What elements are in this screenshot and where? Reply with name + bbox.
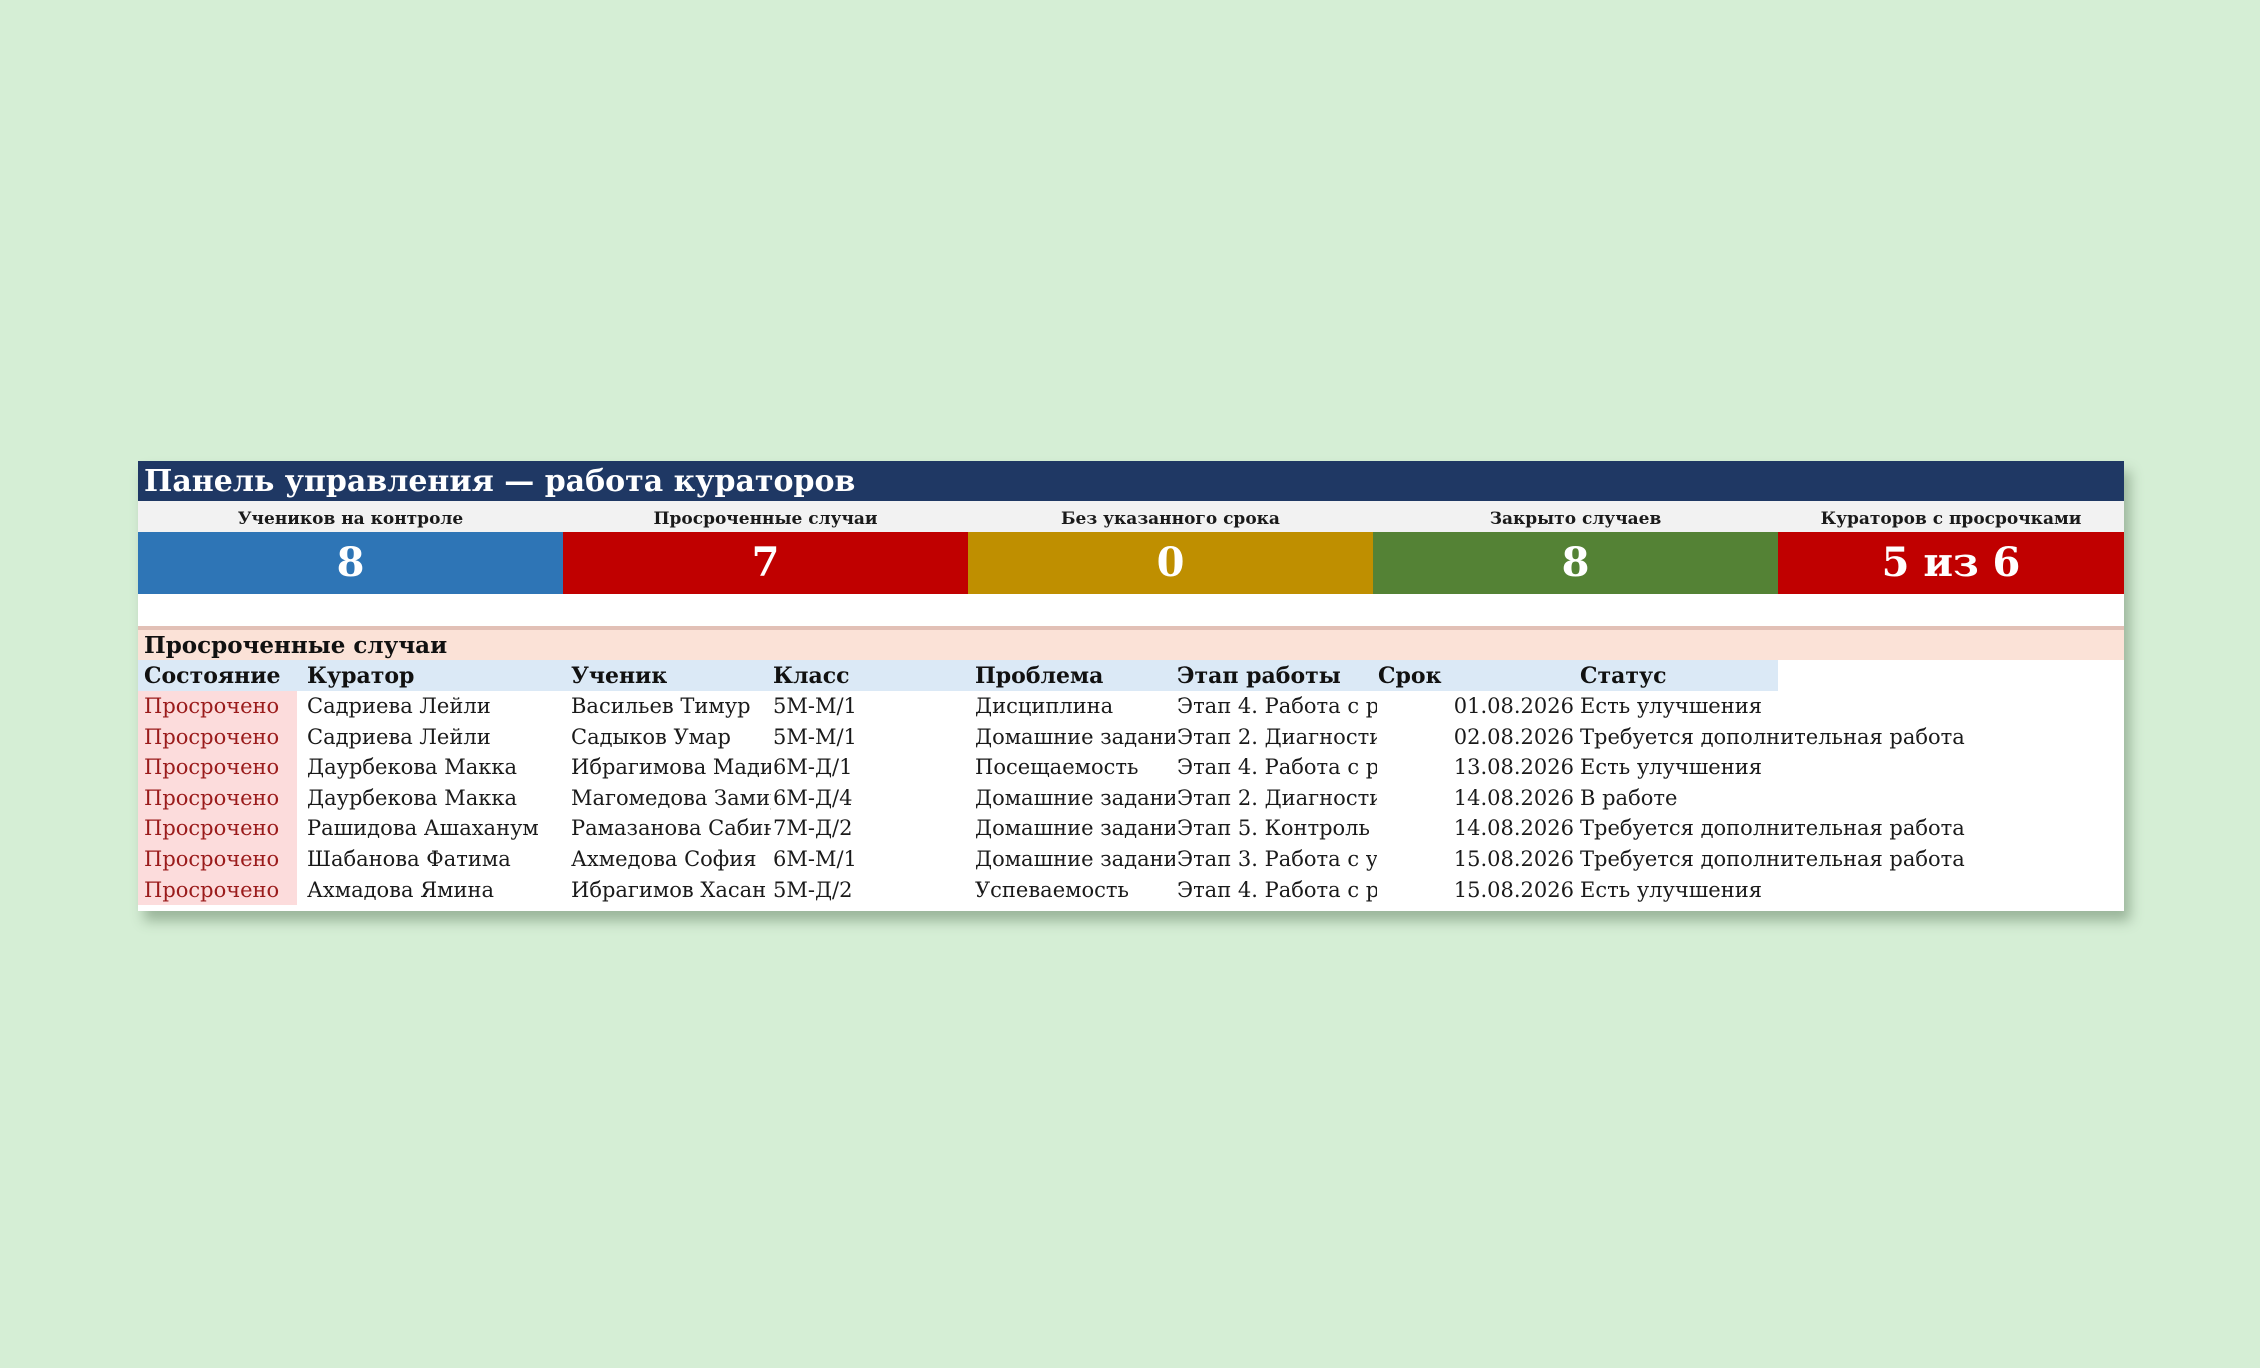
table-header: Состояние Куратор Ученик Класс Проблема … xyxy=(138,660,1778,691)
status-cell[interactable]: Есть улучшения xyxy=(1580,875,2120,906)
table-row[interactable]: Просрочено Садриева Лейли Садыков Умар 5… xyxy=(138,721,2124,753)
column-header-student[interactable]: Ученик xyxy=(571,660,667,691)
status-cell[interactable]: Есть улучшения xyxy=(1580,691,2120,722)
kpi-value-closed: 8 xyxy=(1373,532,1778,594)
stage-cell[interactable]: Этап 4. Работа с ро xyxy=(1177,752,1377,783)
table-row[interactable]: Просрочено Даурбекова Макка Магомедова З… xyxy=(138,782,2124,814)
problem-cell[interactable]: Домашние задания xyxy=(975,813,1175,844)
curator-cell[interactable]: Рашидова Ашаханум xyxy=(307,813,569,844)
stage-cell[interactable]: Этап 4. Работа с ро xyxy=(1177,691,1377,722)
stage-cell[interactable]: Этап 2. Диагностика xyxy=(1177,783,1377,814)
curator-cell[interactable]: Садриева Лейли xyxy=(307,722,569,753)
table-row[interactable]: Просрочено Шабанова Фатима Ахмедова Софи… xyxy=(138,843,2124,875)
class-cell[interactable]: 5М-М/1 xyxy=(773,722,973,753)
state-cell[interactable]: Просрочено xyxy=(138,752,297,783)
problem-cell[interactable]: Посещаемость xyxy=(975,752,1175,783)
kpi-value-students: 8 xyxy=(138,532,563,594)
curator-cell[interactable]: Даурбекова Макка xyxy=(307,783,569,814)
stage-cell[interactable]: Этап 2. Диагностика xyxy=(1177,722,1377,753)
class-cell[interactable]: 5М-Д/2 xyxy=(773,875,973,906)
stage-cell[interactable]: Этап 4. Работа с ро xyxy=(1177,875,1377,906)
curator-cell[interactable]: Шабанова Фатима xyxy=(307,844,569,875)
kpi-label-students: Учеников на контроле xyxy=(237,509,464,529)
dashboard-title: Панель управления — работа кураторов xyxy=(138,461,2124,501)
kpi-label-curators-overdue: Кураторов с просрочками xyxy=(1820,509,2082,529)
kpi-label-closed: Закрыто случаев xyxy=(1489,509,1662,529)
student-cell[interactable]: Садыков Умар xyxy=(571,722,771,753)
deadline-cell[interactable]: 15.08.2026 xyxy=(1378,844,1574,875)
deadline-cell[interactable]: 15.08.2026 xyxy=(1378,875,1574,906)
column-header-curator[interactable]: Куратор xyxy=(307,660,414,691)
student-cell[interactable]: Рамазанова Сабина xyxy=(571,813,771,844)
kpi-value-overdue: 7 xyxy=(563,532,968,594)
table-row[interactable]: Просрочено Рашидова Ашаханум Рамазанова … xyxy=(138,813,2124,844)
deadline-cell[interactable]: 13.08.2026 xyxy=(1378,752,1574,783)
problem-cell[interactable]: Дисциплина xyxy=(975,691,1175,722)
class-cell[interactable]: 6М-Д/1 xyxy=(773,752,973,783)
table-row[interactable]: Просрочено Ахмадова Ямина Ибрагимов Хаса… xyxy=(138,874,2124,906)
student-cell[interactable]: Васильев Тимур xyxy=(571,691,771,722)
kpi-label-no-deadline: Без указанного срока xyxy=(1061,509,1280,529)
status-cell[interactable]: Требуется дополнительная работа xyxy=(1580,813,2120,844)
problem-cell[interactable]: Домашние задания xyxy=(975,722,1175,753)
student-cell[interactable]: Ибрагимова Мадина xyxy=(571,752,771,783)
table-row[interactable]: Просрочено Даурбекова Макка Ибрагимова М… xyxy=(138,752,2124,783)
column-header-class[interactable]: Класс xyxy=(773,660,850,691)
state-cell[interactable]: Просрочено xyxy=(138,721,297,753)
stage-cell[interactable]: Этап 3. Работа с уч xyxy=(1177,844,1377,875)
kpi-value-curators-overdue: 5 из 6 xyxy=(1778,532,2124,594)
state-cell[interactable]: Просрочено xyxy=(138,782,297,814)
class-cell[interactable]: 6М-М/1 xyxy=(773,844,973,875)
problem-cell[interactable]: Успеваемость xyxy=(975,875,1175,906)
curator-cell[interactable]: Садриева Лейли xyxy=(307,691,569,722)
status-cell[interactable]: Есть улучшения xyxy=(1580,752,2120,783)
class-cell[interactable]: 6М-Д/4 xyxy=(773,783,973,814)
stage-cell[interactable]: Этап 5. Контроль р xyxy=(1177,813,1377,844)
student-cell[interactable]: Ибрагимов Хасан xyxy=(571,875,771,906)
status-cell[interactable]: Требуется дополнительная работа xyxy=(1580,844,2120,875)
column-header-problem[interactable]: Проблема xyxy=(975,660,1103,691)
student-cell[interactable]: Ахмедова София xyxy=(571,844,771,875)
kpi-labels-row: Учеников на контроле Просроченные случаи… xyxy=(138,501,2124,532)
overdue-table-body: Просрочено Садриева Лейли Васильев Тимур… xyxy=(138,691,2124,906)
column-header-stage[interactable]: Этап работы xyxy=(1177,660,1341,691)
column-header-state[interactable]: Состояние xyxy=(144,660,281,691)
section-title: Просроченные случаи xyxy=(138,630,2124,660)
column-header-deadline[interactable]: Срок xyxy=(1378,660,1441,691)
kpi-label-overdue: Просроченные случаи xyxy=(653,509,878,529)
deadline-cell[interactable]: 14.08.2026 xyxy=(1378,813,1574,844)
curator-cell[interactable]: Ахмадова Ямина xyxy=(307,875,569,906)
status-cell[interactable]: В работе xyxy=(1580,783,2120,814)
problem-cell[interactable]: Домашние задания xyxy=(975,844,1175,875)
deadline-cell[interactable]: 02.08.2026 xyxy=(1378,722,1574,753)
deadline-cell[interactable]: 14.08.2026 xyxy=(1378,783,1574,814)
student-cell[interactable]: Магомедова Замира xyxy=(571,783,771,814)
curator-cell[interactable]: Даурбекова Макка xyxy=(307,752,569,783)
kpi-value-no-deadline: 0 xyxy=(968,532,1373,594)
state-cell[interactable]: Просрочено xyxy=(138,691,297,722)
table-row[interactable]: Просрочено Садриева Лейли Васильев Тимур… xyxy=(138,691,2124,722)
column-header-status[interactable]: Статус xyxy=(1580,660,1667,691)
deadline-cell[interactable]: 01.08.2026 xyxy=(1378,691,1574,722)
class-cell[interactable]: 7М-Д/2 xyxy=(773,813,973,844)
class-cell[interactable]: 5М-М/1 xyxy=(773,691,973,722)
kpi-values-row: 8 7 0 8 5 из 6 xyxy=(138,532,2124,594)
problem-cell[interactable]: Домашние задания xyxy=(975,783,1175,814)
state-cell[interactable]: Просрочено xyxy=(138,813,297,844)
state-cell[interactable]: Просрочено xyxy=(138,843,297,875)
status-cell[interactable]: Требуется дополнительная работа xyxy=(1580,722,2120,753)
state-cell[interactable]: Просрочено xyxy=(138,874,297,906)
dashboard-sheet: Панель управления — работа кураторов Уче… xyxy=(138,461,2124,911)
